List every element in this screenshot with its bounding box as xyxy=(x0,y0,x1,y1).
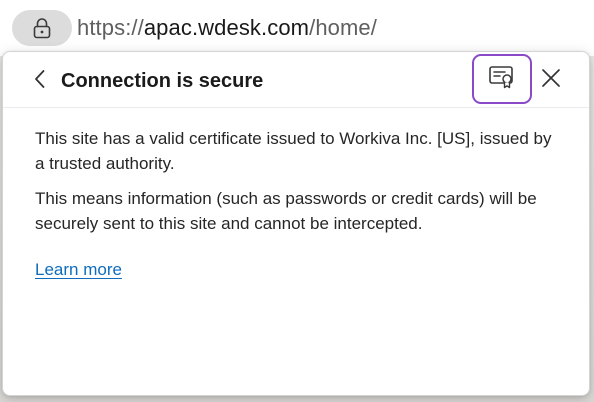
security-description: This means information (such as password… xyxy=(35,189,537,233)
close-icon xyxy=(540,67,562,94)
learn-more-link[interactable]: Learn more xyxy=(35,258,122,282)
certificate-icon xyxy=(488,64,516,95)
chevron-left-icon xyxy=(33,69,47,94)
address-bar: https://apac.wdesk.com/home/ xyxy=(0,0,594,56)
popup-body: This site has a valid certificate issued… xyxy=(35,126,565,282)
back-button[interactable] xyxy=(25,66,55,96)
popup-title: Connection is secure xyxy=(61,70,264,92)
close-button[interactable] xyxy=(535,64,567,96)
url-scheme: https:// xyxy=(77,15,144,40)
url-host: apac.wdesk.com xyxy=(143,15,310,40)
url-path: /home/ xyxy=(309,15,377,40)
certificate-description: This site has a valid certificate issued… xyxy=(35,129,552,173)
url-text[interactable]: https://apac.wdesk.com/home/ xyxy=(77,14,377,42)
site-info-button[interactable] xyxy=(12,10,72,46)
connection-info-popup: Connection is secure This site has a val… xyxy=(2,51,590,396)
popup-header: Connection is secure xyxy=(3,52,589,108)
view-certificate-button[interactable] xyxy=(472,54,532,104)
lock-icon xyxy=(32,17,52,39)
